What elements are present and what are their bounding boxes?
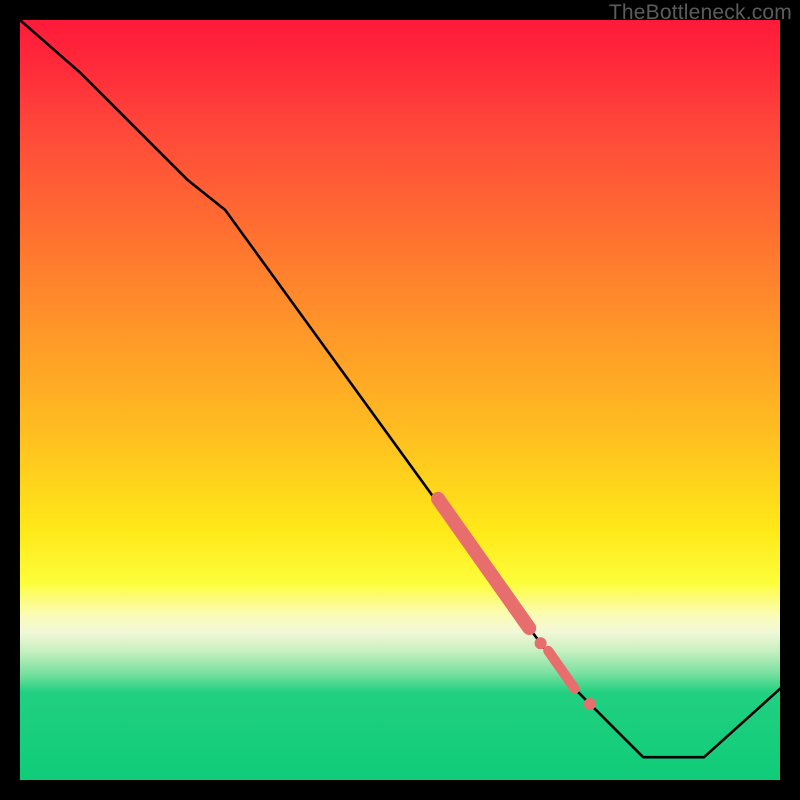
watermark-text: TheBottleneck.com (609, 1, 792, 25)
highlight-mid-segment (548, 651, 575, 689)
chart-overlay-svg (20, 20, 780, 780)
highlight-thick-segment (438, 499, 529, 628)
chart-frame: TheBottleneck.com (0, 0, 800, 800)
highlight-dot-lower (584, 698, 596, 710)
plot-area (20, 20, 780, 780)
highlight-dot-upper (535, 637, 547, 649)
bottleneck-curve (20, 20, 780, 757)
